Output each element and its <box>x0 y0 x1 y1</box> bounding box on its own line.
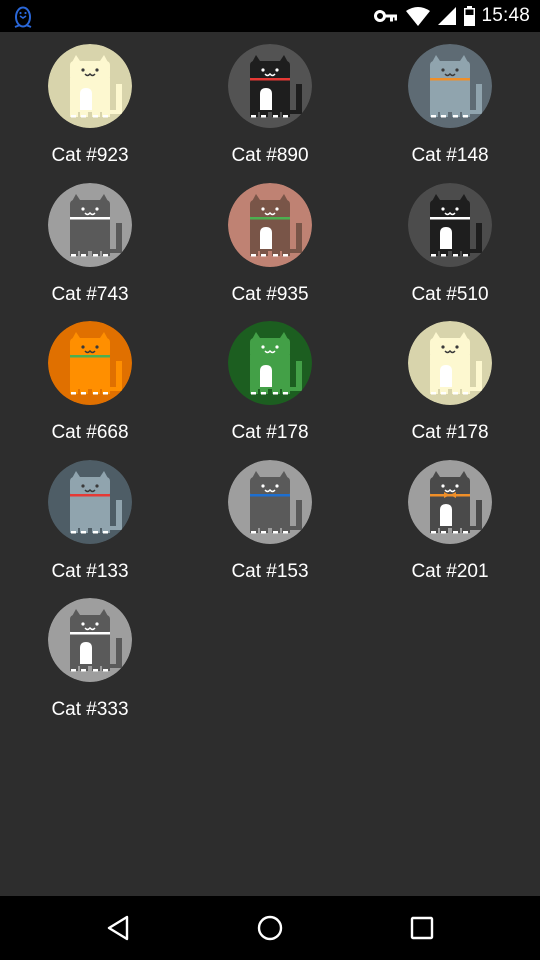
cat-icon <box>48 459 132 544</box>
cat-avatar <box>228 44 312 128</box>
cat-name-label: Cat #510 <box>411 283 489 305</box>
cat-icon <box>48 598 132 682</box>
cat-avatar <box>408 44 492 128</box>
signal-icon <box>438 7 457 25</box>
status-clock: 15:48 <box>481 5 530 26</box>
cat-list[interactable]: Cat #923 Cat #890 Cat #148 Cat #743 Cat #935… <box>0 32 540 896</box>
cat-item[interactable]: Cat #153 <box>180 448 360 586</box>
cat-avatar <box>408 321 492 405</box>
cat-name-label: Cat #333 <box>51 699 129 720</box>
cat-icon <box>408 182 492 267</box>
penguin-notification-icon <box>14 6 32 28</box>
back-button[interactable] <box>78 896 158 960</box>
cat-icon <box>48 321 132 405</box>
cat-avatar <box>228 321 312 405</box>
cat-avatar <box>48 44 132 128</box>
cat-item[interactable]: Cat #890 <box>180 32 360 170</box>
cat-item[interactable]: Cat #923 <box>0 32 180 170</box>
cat-avatar <box>408 182 492 267</box>
cat-name-label: Cat #178 <box>231 422 309 443</box>
cat-name-label: Cat #133 <box>51 560 129 582</box>
cat-icon <box>228 182 312 267</box>
cat-avatar <box>48 459 132 544</box>
vpn-key-icon <box>374 10 398 22</box>
cat-name-label: Cat #668 <box>51 422 129 443</box>
wifi-icon <box>406 6 431 26</box>
cat-name-label: Cat #935 <box>231 283 309 305</box>
cat-item[interactable]: Cat #133 <box>0 448 180 586</box>
cat-name-label: Cat #178 <box>411 422 489 443</box>
cat-name-label: Cat #153 <box>231 560 309 582</box>
cat-item[interactable]: Cat #178 <box>180 309 360 447</box>
cat-name-label: Cat #743 <box>51 283 129 305</box>
cat-icon <box>408 459 492 544</box>
cat-item[interactable]: Cat #148 <box>360 32 540 170</box>
cat-icon <box>228 44 312 128</box>
cat-avatar <box>48 598 132 682</box>
cat-avatar <box>228 459 312 544</box>
cat-name-label: Cat #148 <box>411 145 489 166</box>
cat-item[interactable]: Cat #935 <box>180 171 360 309</box>
cat-item[interactable]: Cat #668 <box>0 309 180 447</box>
back-icon <box>107 915 129 941</box>
cat-avatar <box>408 459 492 544</box>
cat-icon <box>48 182 132 267</box>
cat-name-label: Cat #890 <box>231 145 309 166</box>
home-icon <box>257 915 283 941</box>
cat-avatar <box>48 321 132 405</box>
cat-name-label: Cat #201 <box>411 560 489 582</box>
navigation-bar <box>0 896 540 960</box>
cat-icon <box>408 44 492 128</box>
cat-item[interactable]: Cat #743 <box>0 171 180 309</box>
cat-item[interactable]: Cat #510 <box>360 171 540 309</box>
cat-name-label: Cat #923 <box>51 145 129 166</box>
home-button[interactable] <box>230 896 310 960</box>
cat-avatar <box>228 182 312 267</box>
cat-icon <box>228 459 312 544</box>
recents-icon <box>410 916 434 940</box>
cat-icon <box>408 321 492 405</box>
cat-item[interactable]: Cat #333 <box>0 586 180 724</box>
cat-item[interactable]: Cat #201 <box>360 448 540 586</box>
cat-icon <box>228 321 312 405</box>
battery-icon <box>464 6 476 26</box>
status-bar: 15:48 <box>0 0 540 32</box>
cat-item[interactable]: Cat #178 <box>360 309 540 447</box>
cat-avatar <box>48 182 132 267</box>
cat-icon <box>48 44 132 128</box>
recents-button[interactable] <box>382 896 462 960</box>
